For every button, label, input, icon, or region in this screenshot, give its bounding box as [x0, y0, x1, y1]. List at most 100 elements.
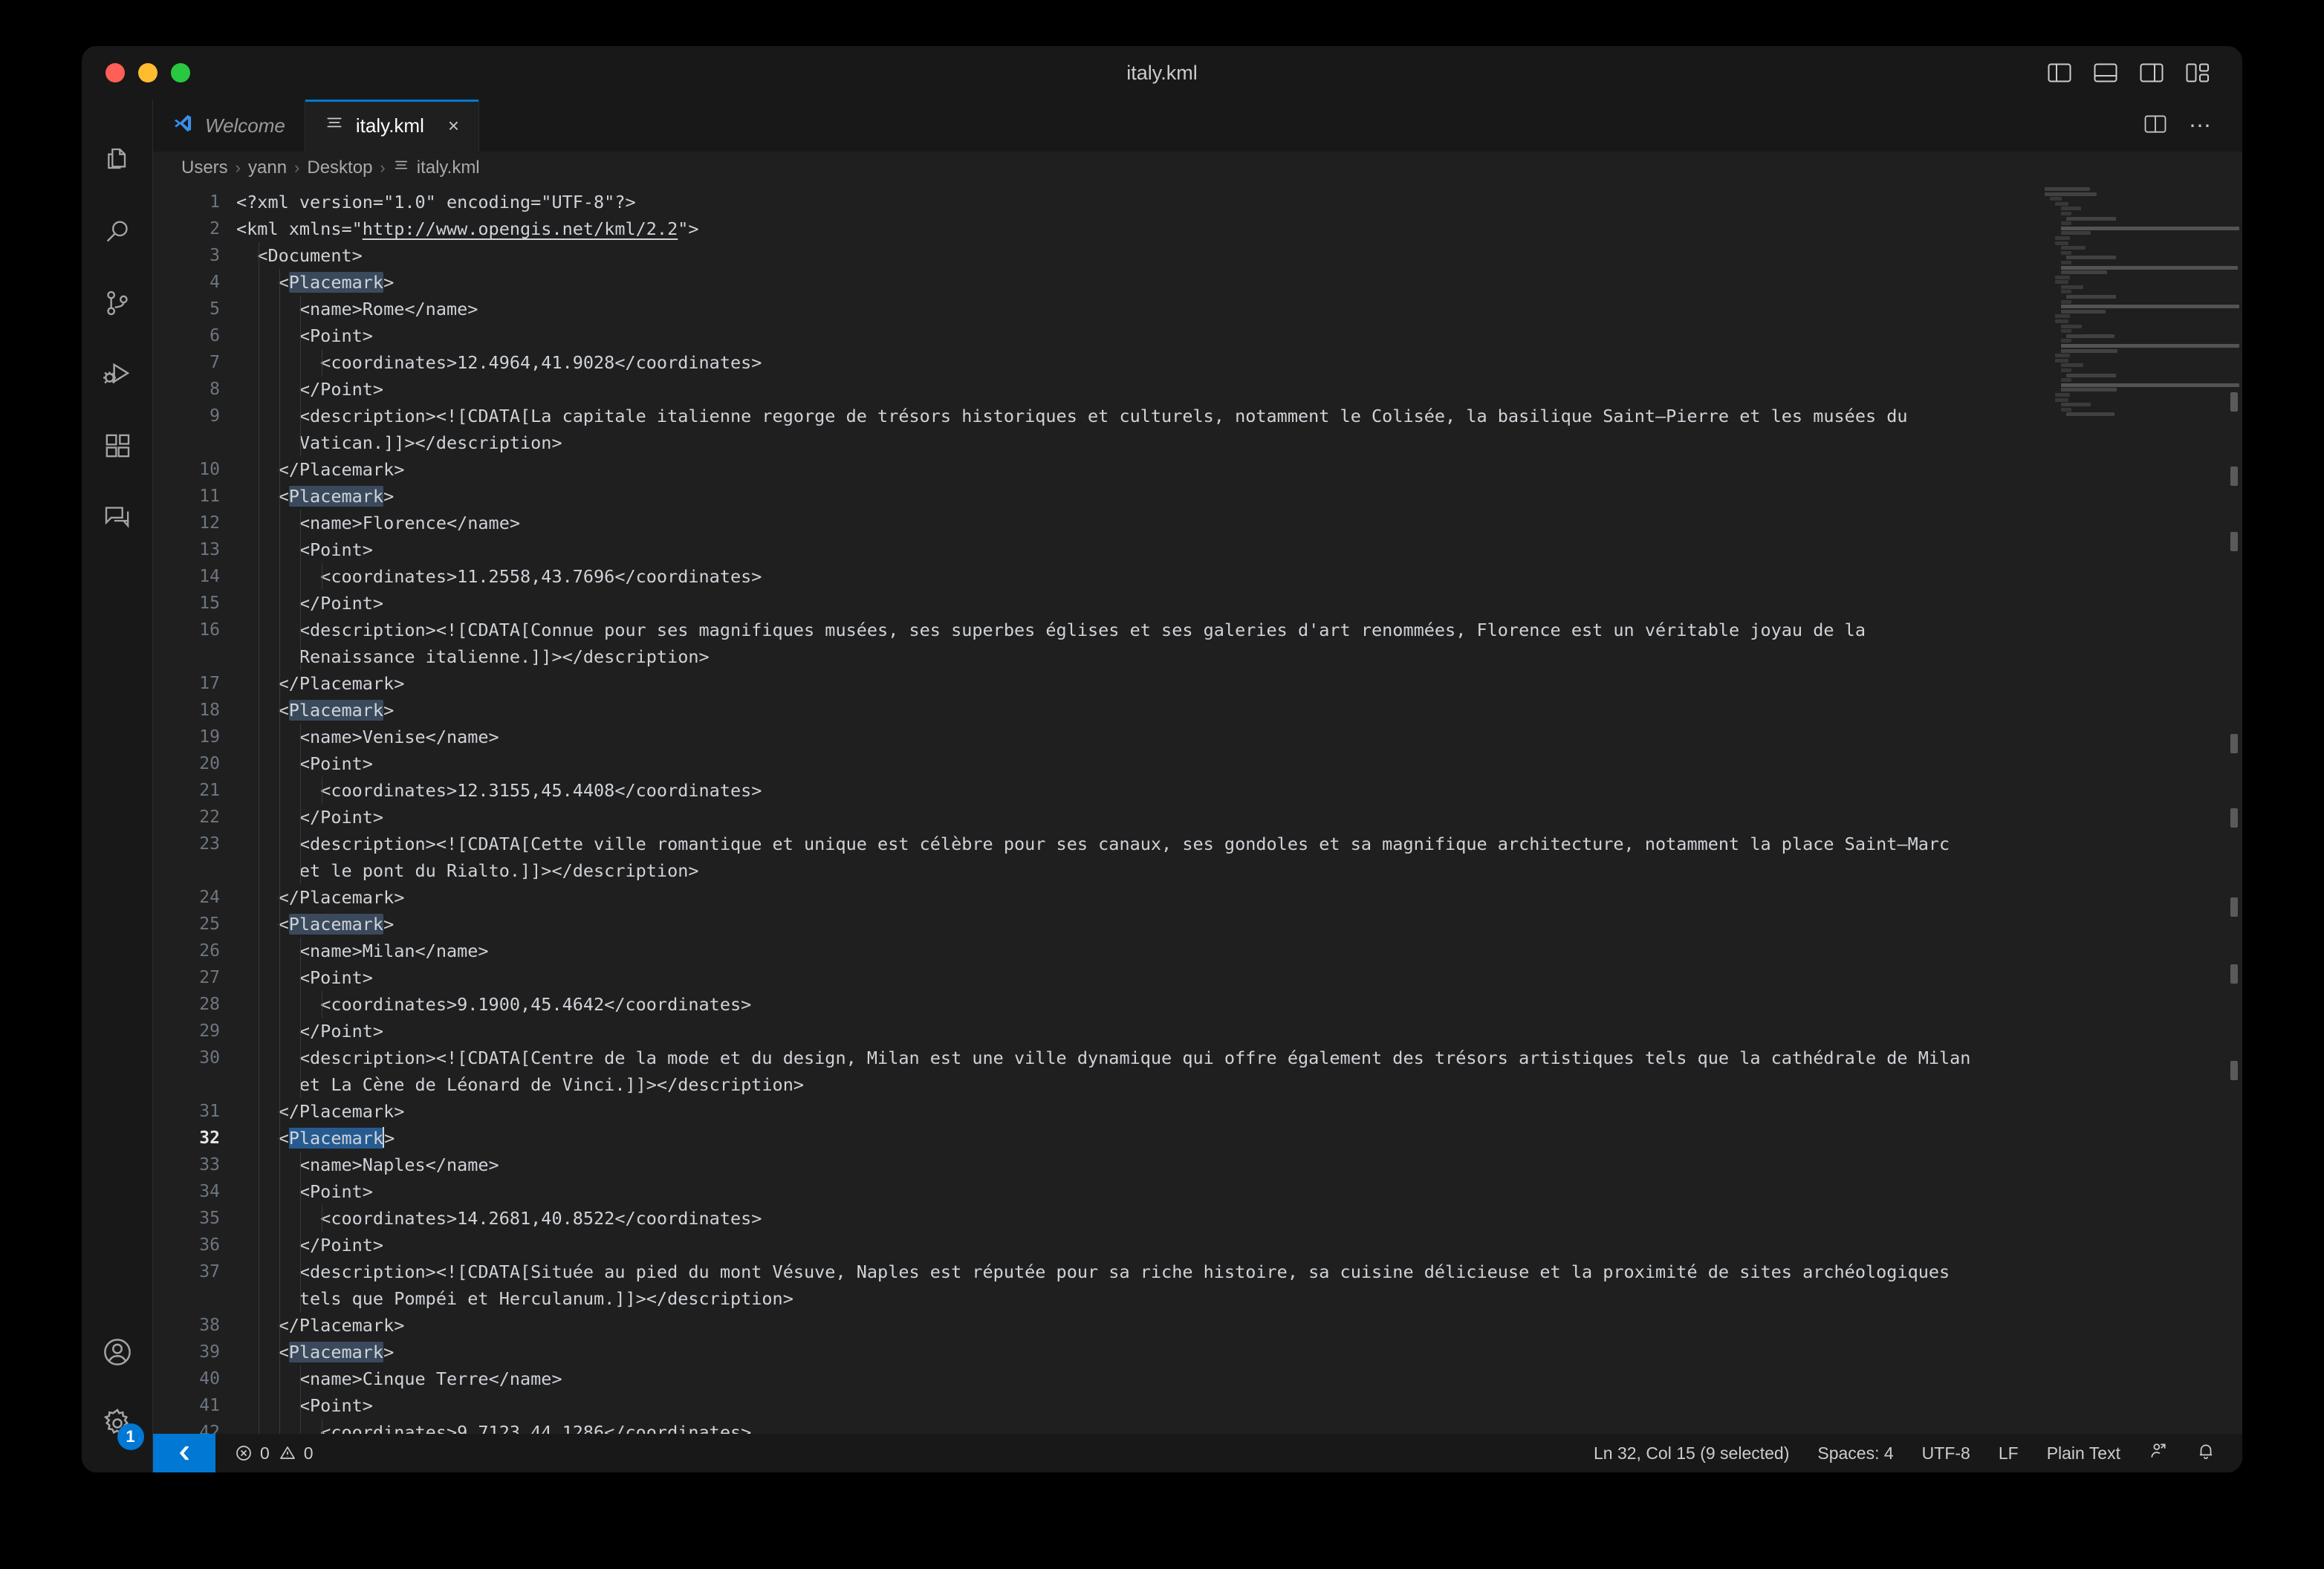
code-line[interactable]: Vatican.]]></description>	[236, 429, 2242, 456]
code-line[interactable]: <Point>	[236, 322, 2242, 349]
language-mode[interactable]: Plain Text	[2047, 1443, 2120, 1464]
maximize-window-button[interactable]	[171, 63, 190, 82]
code-line[interactable]: <kml xmlns="http://www.opengis.net/kml/2…	[236, 215, 2242, 242]
code-line[interactable]: <description><![CDATA[Située au pied du …	[236, 1258, 2242, 1285]
code-line[interactable]: Renaissance italienne.]]></description>	[236, 643, 2242, 670]
code-line[interactable]: </Placemark>	[236, 884, 2242, 911]
sidebar-item-search[interactable]	[82, 196, 153, 267]
code-line[interactable]: <coordinates>14.2681,40.8522</coordinate…	[236, 1205, 2242, 1232]
code-line[interactable]: <Placemark>	[236, 697, 2242, 724]
code-line[interactable]: <Placemark>	[236, 269, 2242, 296]
split-editor-icon[interactable]	[2144, 114, 2166, 137]
code-line[interactable]: <name>Venise</name>	[236, 724, 2242, 750]
tab-welcome[interactable]: Welcome	[153, 100, 305, 152]
code-text: <description><![CDATA[Connue pour ses ma…	[236, 620, 1866, 640]
code-line[interactable]: </Placemark>	[236, 456, 2242, 483]
code-line[interactable]: <name>Florence</name>	[236, 510, 2242, 536]
breadcrumb[interactable]: Users › yann › Desktop › italy.kml	[153, 152, 2242, 184]
code-line[interactable]: <Placemark>	[236, 911, 2242, 938]
code-line[interactable]: <Point>	[236, 536, 2242, 563]
more-actions-icon[interactable]: ⋯	[2189, 113, 2213, 139]
code-line[interactable]: <Placemark>	[236, 1125, 2242, 1151]
code-line[interactable]: </Placemark>	[236, 1098, 2242, 1125]
sidebar-item-manage-settings[interactable]: 1	[82, 1388, 153, 1459]
remote-window-button[interactable]	[153, 1434, 215, 1472]
eol-mode[interactable]: LF	[1999, 1443, 2019, 1464]
code-line[interactable]: </Placemark>	[236, 670, 2242, 697]
text-editor[interactable]: 123456789 10 11 12 13 14 15 16 17 18 19 20 21 22 23 …	[153, 184, 2242, 1434]
code-line[interactable]: <coordinates>12.3155,45.4408</coordinate…	[236, 777, 2242, 804]
breadcrumb-item-desktop[interactable]: Desktop	[307, 157, 372, 178]
layout-controls[interactable]	[2048, 62, 2210, 83]
indent-guide	[300, 563, 302, 590]
tab-italy-kml[interactable]: italy.kml ×	[305, 100, 480, 152]
minimap[interactable]	[2045, 187, 2239, 417]
line-number	[153, 1071, 236, 1098]
breadcrumb-item-file[interactable]: italy.kml	[393, 157, 480, 179]
code-line[interactable]: <Point>	[236, 750, 2242, 777]
feedback-icon[interactable]	[2149, 1441, 2168, 1465]
code-line[interactable]: <Point>	[236, 964, 2242, 991]
code-line[interactable]: <coordinates>9.1900,45.4642</coordinates…	[236, 991, 2242, 1018]
line-number: 12	[199, 513, 220, 533]
indent-guide	[300, 938, 302, 964]
code-line[interactable]: <coordinates>9.7123,44.1286</coordinates…	[236, 1419, 2242, 1434]
sidebar-item-extensions[interactable]	[82, 410, 153, 481]
scroll-decoration	[2230, 1061, 2238, 1080]
code-line[interactable]: <Point>	[236, 1392, 2242, 1419]
sidebar-item-run-and-debug[interactable]	[82, 339, 153, 410]
code-line[interactable]: <name>Naples</name>	[236, 1151, 2242, 1178]
code-line[interactable]: tels que Pompéi et Herculanum.]]></descr…	[236, 1285, 2242, 1312]
code-line[interactable]: <Placemark>	[236, 1339, 2242, 1365]
toggle-primary-sidebar-icon[interactable]	[2048, 62, 2071, 83]
code-line[interactable]: </Point>	[236, 1018, 2242, 1045]
code-line[interactable]: <coordinates>12.4964,41.9028</coordinate…	[236, 349, 2242, 376]
sidebar-item-chat[interactable]	[82, 481, 153, 553]
breadcrumb-item-yann[interactable]: yann	[248, 157, 287, 178]
code-line[interactable]: <name>Milan</name>	[236, 938, 2242, 964]
toggle-secondary-sidebar-icon[interactable]	[2140, 62, 2164, 83]
line-number: 18	[199, 701, 220, 720]
sidebar-item-explorer[interactable]	[82, 125, 153, 196]
cursor-position[interactable]: Ln 32, Col 15 (9 selected)	[1594, 1443, 1789, 1464]
code-text: <?xml version="1.0" encoding="UTF-8"?>	[236, 192, 636, 212]
window-controls[interactable]	[106, 63, 190, 82]
code-line[interactable]: <description><![CDATA[Connue pour ses ma…	[236, 617, 2242, 643]
code-line[interactable]: <Document>	[236, 242, 2242, 269]
code-line[interactable]: <description><![CDATA[La capitale italie…	[236, 403, 2242, 429]
line-number: 16	[199, 620, 220, 640]
encoding[interactable]: UTF-8	[1922, 1443, 1970, 1464]
code-line[interactable]: <?xml version="1.0" encoding="UTF-8"?>	[236, 189, 2242, 215]
code-line[interactable]: <name>Rome</name>	[236, 296, 2242, 322]
url-link[interactable]: http://www.opengis.net/kml/2.2	[363, 218, 678, 239]
code-line[interactable]: </Point>	[236, 376, 2242, 403]
code-line[interactable]: </Point>	[236, 1232, 2242, 1258]
problems-errors[interactable]: 0	[235, 1443, 270, 1464]
indentation[interactable]: Spaces: 4	[1817, 1443, 1893, 1464]
code-line[interactable]: <Placemark>	[236, 483, 2242, 510]
code-line[interactable]: <name>Cinque Terre</name>	[236, 1365, 2242, 1392]
problems-warnings[interactable]: 0	[279, 1443, 314, 1464]
code-line[interactable]: </Placemark>	[236, 1312, 2242, 1339]
bell-icon[interactable]	[2196, 1441, 2216, 1465]
breadcrumb-item-users[interactable]: Users	[181, 157, 228, 178]
sidebar-item-accounts[interactable]	[82, 1316, 153, 1388]
status-bar-left: 0 0	[215, 1443, 314, 1464]
tab-close-icon[interactable]: ×	[448, 116, 459, 135]
code-line[interactable]: <description><![CDATA[Centre de la mode …	[236, 1045, 2242, 1071]
code-line[interactable]: <description><![CDATA[Cette ville romant…	[236, 831, 2242, 857]
code-line[interactable]: <coordinates>11.2558,43.7696</coordinate…	[236, 563, 2242, 590]
error-count: 0	[260, 1443, 270, 1463]
minimize-window-button[interactable]	[138, 63, 158, 82]
code-line[interactable]: <Point>	[236, 1178, 2242, 1205]
code-line[interactable]: et La Cène de Léonard de Vinci.]]></desc…	[236, 1071, 2242, 1098]
code-content[interactable]: <?xml version="1.0" encoding="UTF-8"?> <k…	[236, 184, 2242, 1434]
indent-guide	[279, 1045, 281, 1071]
customize-layout-icon[interactable]	[2186, 62, 2210, 83]
sidebar-item-source-control[interactable]	[82, 267, 153, 339]
code-line[interactable]: </Point>	[236, 590, 2242, 617]
code-line[interactable]: et le pont du Rialto.]]></description>	[236, 857, 2242, 884]
close-window-button[interactable]	[106, 63, 125, 82]
toggle-panel-icon[interactable]	[2094, 62, 2117, 83]
code-line[interactable]: </Point>	[236, 804, 2242, 831]
